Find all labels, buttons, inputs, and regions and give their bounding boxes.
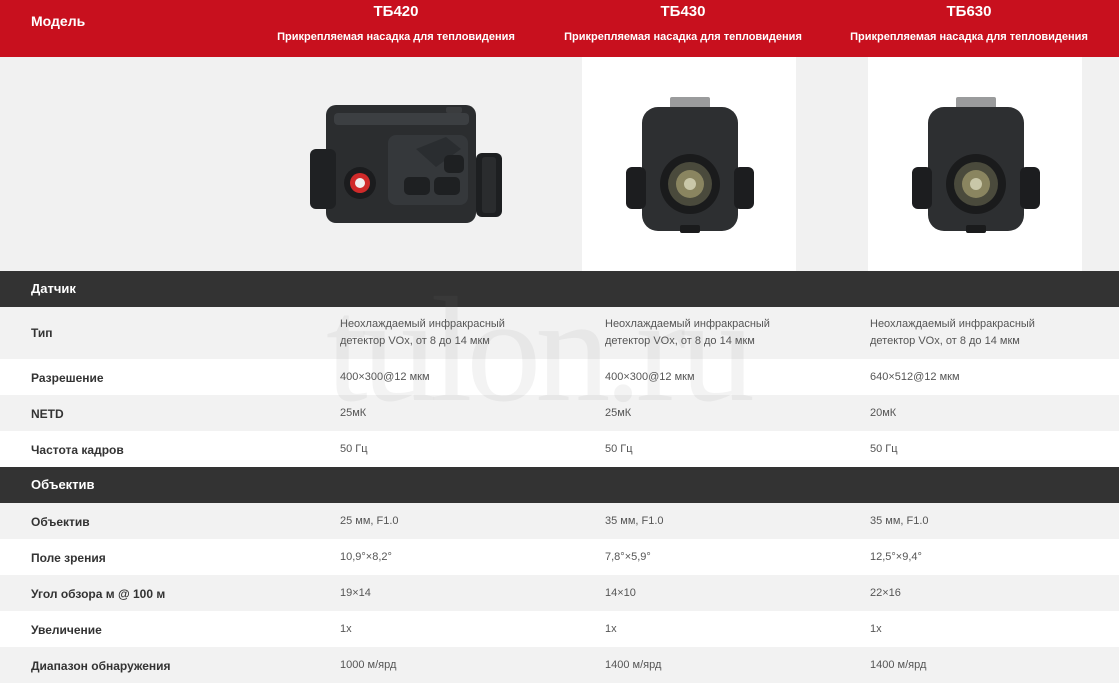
model-header-tb420: ТБ420 Прикрепляемая насадка для тепловид… xyxy=(266,2,526,44)
model-name: ТБ420 xyxy=(373,3,419,20)
cell-value: 25мК xyxy=(340,407,367,419)
row-label: Разрешение xyxy=(31,371,104,385)
product-image-tb430[interactable] xyxy=(582,57,796,271)
product-image-row xyxy=(0,57,1119,271)
cell-value: Неохлаждаемый инфракрасный детектор VOx,… xyxy=(340,318,505,347)
row-label: NETD xyxy=(31,407,64,421)
table-row-zoom: Увеличение 1x 1x 1x xyxy=(0,611,1119,647)
cell-value: 50 Гц xyxy=(605,443,633,455)
cell-value: 1400 м/ярд xyxy=(870,659,927,671)
cell-value: 14×10 xyxy=(605,587,636,599)
model-header-tb630: ТБ630 Прикрепляемая насадка для тепловид… xyxy=(839,2,1099,44)
thermal-clip-on-front-view-icon xyxy=(912,97,1040,233)
row-label: Поле зрения xyxy=(31,551,106,565)
product-image-tb420[interactable] xyxy=(296,57,516,271)
cell-value: 25мК xyxy=(605,407,632,419)
table-row-netd: NETD 25мК 25мК 20мК xyxy=(0,395,1119,431)
section-header-sensor: Датчик xyxy=(0,271,1119,307)
cell-value: 1400 м/ярд xyxy=(605,659,662,671)
section-title: Объектив xyxy=(31,477,95,492)
cell-value: 20мК xyxy=(870,407,897,419)
cell-value: 1x xyxy=(340,623,352,635)
cell-value: 19×14 xyxy=(340,587,371,599)
model-subtitle: Прикрепляемая насадка для тепловидения xyxy=(564,31,802,43)
table-row-angle: Угол обзора м @ 100 м 19×14 14×10 22×16 xyxy=(0,575,1119,611)
cell-value: 1x xyxy=(605,623,617,635)
cell-value: 1000 м/ярд xyxy=(340,659,397,671)
cell-value: 640×512@12 мкм xyxy=(870,371,960,383)
row-label: Частота кадров xyxy=(31,443,124,457)
model-name: ТБ630 xyxy=(946,3,992,20)
cell-value: Неохлаждаемый инфракрасный детектор VOx,… xyxy=(605,318,770,347)
row-label: Угол обзора м @ 100 м xyxy=(31,587,166,601)
thermal-clip-on-front-view-icon xyxy=(626,97,754,233)
row-label: Объектив xyxy=(31,515,90,529)
model-subtitle: Прикрепляемая насадка для тепловидения xyxy=(850,31,1088,43)
cell-value: 12,5°×9,4° xyxy=(870,551,922,563)
table-row-detection: Диапазон обнаружения 1000 м/ярд 1400 м/я… xyxy=(0,647,1119,683)
cell-value: 50 Гц xyxy=(870,443,898,455)
model-column-label: Модель xyxy=(31,13,86,29)
cell-value: Неохлаждаемый инфракрасный детектор VOx,… xyxy=(870,318,1035,347)
table-row-lens: Объектив 25 мм, F1.0 35 мм, F1.0 35 мм, … xyxy=(0,503,1119,539)
table-row-framerate: Частота кадров 50 Гц 50 Гц 50 Гц xyxy=(0,431,1119,467)
model-name: ТБ430 xyxy=(660,3,706,20)
row-label: Диапазон обнаружения xyxy=(31,659,171,673)
row-label: Тип xyxy=(31,326,53,340)
thermal-clip-on-side-view-icon xyxy=(310,105,502,223)
cell-value: 25 мм, F1.0 xyxy=(340,515,399,527)
model-subtitle: Прикрепляемая насадка для тепловидения xyxy=(277,31,515,43)
product-image-tb630[interactable] xyxy=(868,57,1082,271)
cell-value: 50 Гц xyxy=(340,443,368,455)
cell-value: 400×300@12 мкм xyxy=(340,371,430,383)
table-row-resolution: Разрешение 400×300@12 мкм 400×300@12 мкм… xyxy=(0,359,1119,395)
model-header-tb430: ТБ430 Прикрепляемая насадка для тепловид… xyxy=(553,2,813,44)
comparison-header: Модель ТБ420 Прикрепляемая насадка для т… xyxy=(0,0,1119,57)
row-label: Увеличение xyxy=(31,623,102,637)
cell-value: 10,9°×8,2° xyxy=(340,551,392,563)
section-header-lens: Объектив xyxy=(0,467,1119,503)
section-title: Датчик xyxy=(31,281,76,296)
table-row-type: Тип Неохлаждаемый инфракрасный детектор … xyxy=(0,307,1119,359)
cell-value: 400×300@12 мкм xyxy=(605,371,695,383)
cell-value: 7,8°×5,9° xyxy=(605,551,651,563)
cell-value: 35 мм, F1.0 xyxy=(870,515,929,527)
cell-value: 35 мм, F1.0 xyxy=(605,515,664,527)
table-row-fov: Поле зрения 10,9°×8,2° 7,8°×5,9° 12,5°×9… xyxy=(0,539,1119,575)
cell-value: 22×16 xyxy=(870,587,901,599)
cell-value: 1x xyxy=(870,623,882,635)
